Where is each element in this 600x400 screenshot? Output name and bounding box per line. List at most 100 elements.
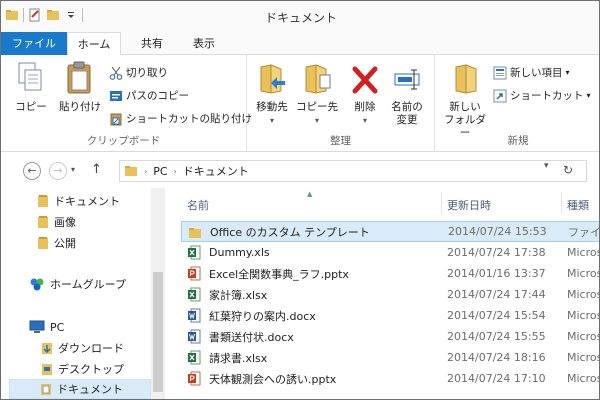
move-to-button[interactable]: 移動先 ▾ — [251, 61, 293, 127]
chevron-right-icon: › — [173, 166, 177, 176]
nav-item-pictures[interactable]: 画像 — [37, 212, 76, 232]
copy-to-icon — [305, 64, 331, 94]
excel-file-icon — [188, 350, 201, 365]
file-date: 2014/01/16 13:37 — [447, 267, 546, 280]
file-name: Dummy.xls — [209, 246, 270, 259]
file-row[interactable]: 家計簿.xlsx 2014/07/24 17:44 Micros — [181, 284, 600, 305]
nav-item-documents-selected[interactable]: ドキュメント — [9, 379, 151, 399]
file-date: 2014/07/24 18:16 — [447, 351, 546, 364]
file-date: 2014/07/24 15:53 — [448, 225, 547, 238]
file-row[interactable]: 書類送付状.docx 2014/07/24 15:55 Micros — [181, 326, 600, 347]
file-row[interactable]: 紅葉狩りの案内.docx 2014/07/24 15:54 Micros — [181, 305, 599, 326]
paste-button[interactable]: 貼り付け — [57, 61, 103, 114]
copy-label: コピー — [15, 101, 47, 113]
file-row[interactable]: Excel全関数事典_ラフ.pptx 2014/01/16 13:37 Micros — [181, 263, 599, 284]
nav-label: ホームグループ — [50, 278, 127, 291]
new-folder-label-1: 新しい — [449, 101, 481, 113]
address-dropdown-icon[interactable]: ▾ — [544, 161, 549, 171]
new-item-icon — [493, 66, 507, 79]
arrow-left-icon: ← — [27, 164, 37, 177]
column-divider[interactable] — [561, 192, 562, 214]
copy-button[interactable]: コピー — [11, 61, 51, 114]
tab-view[interactable]: 表示 — [181, 32, 227, 55]
documents-icon — [41, 384, 51, 395]
breadcrumb-pc[interactable]: PC — [153, 165, 167, 178]
nav-item-homegroup[interactable]: ホームグループ — [29, 274, 126, 294]
group-organize: 移動先 ▾ コピー先 ▾ 削除 ▾ 名前の 変更 整理 — [247, 55, 435, 152]
organize-group-label: 整理 — [330, 135, 351, 147]
file-type: Micros — [567, 288, 600, 301]
refresh-button[interactable]: ↻ — [563, 163, 573, 177]
nav-item-downloads[interactable]: ダウンロード — [41, 338, 124, 358]
file-row[interactable]: 請求書.xlsx 2014/07/24 18:16 Micros — [181, 347, 600, 368]
copy-path-button[interactable]: パスのコピー — [109, 88, 189, 103]
desktop-icon — [42, 364, 52, 375]
nav-item-desktop[interactable]: デスクトップ — [41, 359, 124, 379]
tab-home[interactable]: ホーム — [67, 32, 121, 56]
tab-share[interactable]: 共有 — [129, 32, 175, 55]
paste-shortcut-icon — [110, 113, 122, 125]
computer-icon — [29, 320, 45, 333]
address-bar[interactable]: › PC › ドキュメント — [119, 160, 587, 182]
ribbon: コピー 貼り付け 切り取り パスのコピー ショートカットの貼り付け クリップボー… — [1, 55, 599, 152]
file-type: Micros — [567, 330, 600, 343]
copy-to-button[interactable]: コピー先 ▾ — [293, 61, 341, 127]
move-to-label: 移動先 — [256, 101, 288, 113]
copy-path-label: パスのコピー — [126, 90, 189, 102]
file-row[interactable]: 天体観測会への誘い.pptx 2014/07/24 17:10 Micros — [181, 368, 599, 389]
new-item-label: 新しい項目 — [510, 67, 563, 79]
forward-button[interactable]: → — [49, 162, 67, 180]
rename-button[interactable]: 名前の 変更 — [385, 61, 429, 127]
column-header-date[interactable]: 更新日時 — [447, 197, 491, 213]
file-type: Micros — [567, 246, 600, 259]
new-item-button[interactable]: 新しい項目 ▾ — [493, 65, 570, 80]
excel-file-icon — [188, 245, 201, 260]
recent-dropdown-icon[interactable]: ▾ — [71, 165, 75, 174]
rename-label-1: 名前の — [391, 101, 423, 113]
column-header-type[interactable]: 種類 — [567, 197, 589, 213]
paste-shortcut-label: ショートカットの貼り付け — [126, 113, 252, 125]
column-headers: ▲ 名前 更新日時 種類 — [165, 188, 599, 218]
arrow-right-icon: → — [53, 164, 63, 177]
library-pictures-icon — [38, 216, 48, 228]
nav-item-public[interactable]: 公開 — [37, 233, 76, 253]
nav-label: 画像 — [54, 216, 76, 229]
paste-label: 貼り付け — [59, 101, 101, 113]
copy-icon — [18, 62, 42, 91]
tab-file[interactable]: ファイル — [1, 32, 67, 55]
scrollbar-thumb[interactable] — [153, 272, 163, 392]
easy-access-button[interactable]: ショートカット ▾ — [493, 88, 591, 103]
file-name: 紅葉狩りの案内.docx — [209, 309, 316, 323]
folder-icon — [125, 166, 137, 176]
file-name: Excel全関数事典_ラフ.pptx — [209, 267, 349, 281]
nav-scrollbar[interactable] — [151, 188, 165, 399]
file-date: 2014/07/24 15:55 — [447, 330, 546, 343]
column-divider[interactable] — [441, 192, 442, 214]
file-type: Micros — [567, 351, 600, 364]
breadcrumb-documents[interactable]: ドキュメント — [183, 163, 249, 179]
nav-label: ドキュメント — [54, 195, 120, 208]
new-folder-icon — [455, 64, 477, 94]
window-title: ドキュメント — [264, 11, 337, 25]
word-file-icon — [188, 308, 201, 323]
cut-button[interactable]: 切り取り — [109, 65, 168, 80]
up-button[interactable]: ↑ — [91, 162, 102, 177]
file-row-selected[interactable]: Office のカスタム テンプレート 2014/07/24 15:53 ファイル — [181, 221, 600, 242]
file-name: 請求書.xlsx — [209, 351, 268, 365]
nav-label: デスクトップ — [58, 363, 124, 376]
chevron-down-icon: ▾ — [586, 91, 591, 100]
file-row[interactable]: Dummy.xls 2014/07/24 17:38 Micros — [181, 242, 600, 263]
nav-item-documents[interactable]: ドキュメント — [37, 191, 120, 211]
nav-item-pc[interactable]: PC — [29, 317, 64, 337]
sort-ascending-icon: ▲ — [307, 190, 313, 198]
paste-shortcut-button[interactable]: ショートカットの貼り付け — [109, 111, 252, 126]
new-folder-button[interactable]: 新しい フォルダー — [441, 61, 489, 140]
powerpoint-file-icon — [188, 371, 201, 386]
file-type: ファイル — [568, 225, 600, 239]
ribbon-tabs: ファイル ホーム 共有 表示 — [1, 32, 599, 56]
group-new: 新しい フォルダー 新しい項目 ▾ ショートカット ▾ 新規 — [435, 55, 599, 152]
navigation-pane: ドキュメント 画像 公開 ホームグループ PC ダウンロード デスクトップ ドキ… — [1, 188, 165, 399]
back-button[interactable]: ← — [23, 162, 41, 180]
delete-button[interactable]: 削除 ▾ — [347, 61, 383, 127]
column-header-name[interactable]: 名前 — [187, 197, 209, 213]
